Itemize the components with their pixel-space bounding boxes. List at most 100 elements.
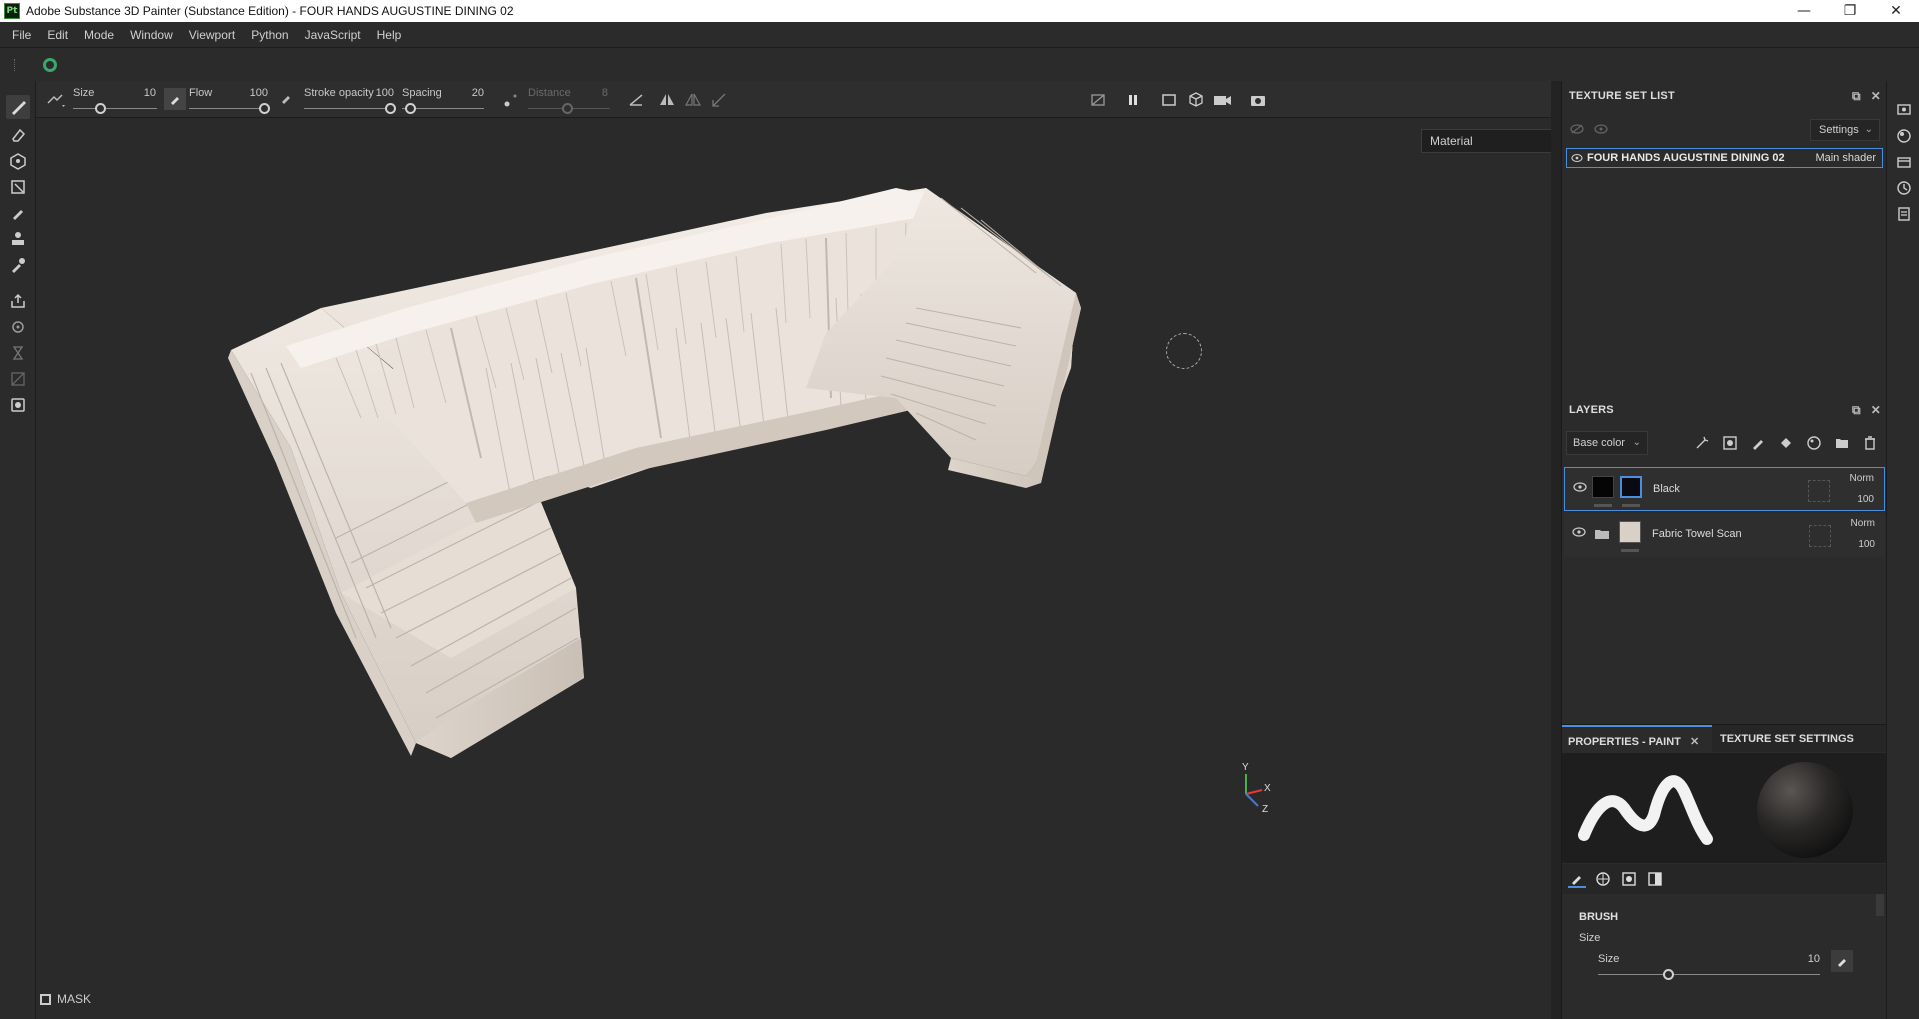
layer-row-fabric-towel-scan[interactable]: Fabric Towel Scan Norm 100 <box>1564 513 1885 557</box>
toolbar-grip-icon[interactable] <box>14 59 16 71</box>
brush-size-value[interactable]: 10 <box>1794 953 1820 965</box>
add-folder-icon[interactable] <box>1832 433 1851 452</box>
brush-preset-icon[interactable] <box>46 91 68 109</box>
size-slider-track[interactable] <box>73 108 157 109</box>
texture-set-settings-select[interactable]: Settings ⌄ <box>1810 119 1880 141</box>
layer-thumbnail[interactable] <box>1592 476 1614 498</box>
eraser-tool-icon[interactable] <box>6 123 30 147</box>
hide-ui-icon[interactable] <box>1089 91 1107 109</box>
tab-properties-paint[interactable]: PROPERTIES - PAINT ✕ <box>1562 725 1712 753</box>
sofa-model-render[interactable] <box>36 118 1551 1019</box>
mask-indicator[interactable]: MASK <box>40 992 91 1006</box>
stroke-opacity-slider-handle[interactable] <box>385 103 396 114</box>
color-picker-tool-icon[interactable] <box>6 253 30 277</box>
paint-brush-tool-icon[interactable] <box>6 95 30 119</box>
close-panel-icon[interactable]: ✕ <box>1871 89 1881 104</box>
flow-value[interactable]: 100 <box>238 87 268 99</box>
visibility-eye-icon[interactable] <box>1573 482 1587 492</box>
symmetry-settings-icon[interactable] <box>684 91 702 109</box>
stroke-opacity-value[interactable]: 100 <box>358 87 394 99</box>
hourglass-icon[interactable] <box>6 341 30 365</box>
visibility-eye-icon[interactable] <box>1571 153 1583 163</box>
add-effect-icon[interactable] <box>1692 433 1711 452</box>
history-icon[interactable] <box>1895 179 1913 197</box>
tab-texture-set-settings[interactable]: TEXTURE SET SETTINGS <box>1714 725 1887 753</box>
close-panel-icon[interactable]: ✕ <box>1871 403 1881 418</box>
flow-pressure-toggle-icon[interactable] <box>280 92 292 104</box>
spacing-slider-handle[interactable] <box>405 103 416 114</box>
distance-slider-handle[interactable] <box>562 103 573 114</box>
menu-edit[interactable]: Edit <box>39 28 76 42</box>
polygon-fill-tool-icon[interactable] <box>6 175 30 199</box>
screenshot-tool-icon[interactable] <box>6 393 30 417</box>
assets-icon[interactable] <box>1895 153 1913 171</box>
texture-set-shader[interactable]: Main shader <box>1815 152 1876 164</box>
clone-stamp-tool-icon[interactable] <box>6 227 30 251</box>
float-panel-icon[interactable]: ⧉ <box>1852 403 1861 418</box>
menu-window[interactable]: Window <box>122 28 181 42</box>
hide-all-icon[interactable] <box>1570 123 1584 135</box>
camera-icon[interactable] <box>1212 91 1234 109</box>
layer-name[interactable]: Black <box>1653 483 1680 495</box>
add-mask-icon[interactable] <box>1720 433 1739 452</box>
channel-select[interactable]: Base color ⌄ <box>1566 431 1648 455</box>
layer-name[interactable]: Fabric Towel Scan <box>1652 528 1742 540</box>
2d-view-icon[interactable] <box>1160 91 1180 109</box>
display-settings-icon[interactable] <box>1895 101 1913 119</box>
size-slider-handle[interactable] <box>95 103 106 114</box>
spacing-value[interactable]: 20 <box>456 87 484 99</box>
layer-thumbnail[interactable] <box>1619 521 1641 543</box>
menu-file[interactable]: File <box>4 28 39 42</box>
layer-opacity[interactable]: 100 <box>1858 539 1875 550</box>
layer-mask-slot[interactable] <box>1809 525 1831 547</box>
layer-blend-mode[interactable]: Norm <box>1851 518 1875 529</box>
menu-viewport[interactable]: Viewport <box>181 28 243 42</box>
material-section-icon[interactable] <box>1594 870 1612 888</box>
3d-viewport[interactable]: Material ⌄ Y X Z MASK <box>36 118 1551 1019</box>
layer-mask-thumbnail[interactable] <box>1620 476 1642 498</box>
distance-value[interactable]: 8 <box>584 87 608 99</box>
stencil-section-icon[interactable] <box>1620 870 1638 888</box>
export-tool-icon[interactable] <box>6 289 30 313</box>
plugin-ring-icon[interactable] <box>43 58 57 72</box>
screenshot-camera-icon[interactable] <box>1249 91 1267 109</box>
brush-size-slider-track[interactable] <box>1598 974 1820 975</box>
brush-section-icon[interactable] <box>1568 870 1586 888</box>
maximize-button[interactable]: ❐ <box>1827 0 1873 22</box>
projection-tool-icon[interactable] <box>6 149 30 173</box>
layer-opacity[interactable]: 100 <box>1857 494 1874 505</box>
close-tab-icon[interactable]: ✕ <box>1690 736 1699 748</box>
viewport-mode-select[interactable]: Material ⌄ <box>1421 129 1551 153</box>
uv-tool-icon[interactable] <box>6 367 30 391</box>
stroke-opacity-slider-track[interactable] <box>304 108 394 109</box>
add-smart-material-icon[interactable] <box>1804 433 1823 452</box>
flow-slider-track[interactable] <box>189 108 269 109</box>
size-pressure-toggle-icon[interactable] <box>164 88 186 110</box>
brush-size-slider-handle[interactable] <box>1663 969 1674 980</box>
float-panel-icon[interactable]: ⧉ <box>1852 89 1861 104</box>
lazy-mouse-icon[interactable] <box>504 93 518 107</box>
layer-row-black[interactable]: Black Norm 100 <box>1564 467 1885 511</box>
folder-icon[interactable] <box>1594 528 1610 540</box>
alpha-section-icon[interactable] <box>1646 870 1664 888</box>
menu-help[interactable]: Help <box>369 28 410 42</box>
layer-blend-mode[interactable]: Norm <box>1850 473 1874 484</box>
delete-layer-icon[interactable] <box>1860 433 1879 452</box>
3d-view-icon[interactable] <box>1186 91 1206 109</box>
line-mode-icon[interactable] <box>628 91 648 109</box>
minimize-button[interactable]: — <box>1781 0 1827 22</box>
close-window-button[interactable]: ✕ <box>1873 0 1919 22</box>
flow-slider-handle[interactable] <box>259 103 270 114</box>
symmetry-icon[interactable] <box>658 91 676 109</box>
bake-settings-icon[interactable] <box>6 315 30 339</box>
add-fill-layer-icon[interactable] <box>1776 433 1795 452</box>
texture-set-item[interactable]: FOUR HANDS AUGUSTINE DINING 02 Main shad… <box>1566 148 1883 168</box>
log-icon[interactable] <box>1895 205 1913 223</box>
transform-icon[interactable] <box>710 91 728 109</box>
pause-render-icon[interactable] <box>1124 91 1142 109</box>
show-all-icon[interactable] <box>1594 123 1608 135</box>
brush-pressure-toggle-icon[interactable] <box>1831 950 1853 972</box>
add-paint-layer-icon[interactable] <box>1748 433 1767 452</box>
menu-mode[interactable]: Mode <box>76 28 122 42</box>
smudge-tool-icon[interactable] <box>6 201 30 225</box>
